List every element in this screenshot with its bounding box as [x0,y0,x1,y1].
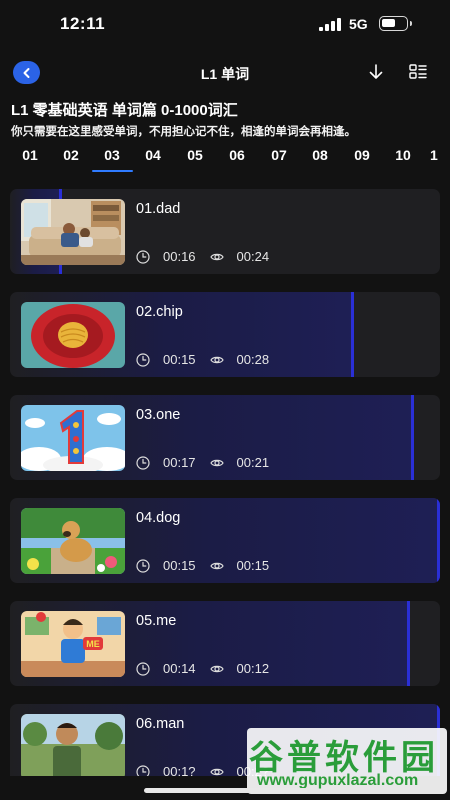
lesson-duration: 00:15 [163,352,196,367]
lesson-list: 01.dad 00:16 00:24 02.chip 00:15 00:28 0… [0,186,450,776]
lesson-meta: 00:14 00:12 [136,661,283,676]
progress-marker [411,395,414,480]
tab-07[interactable]: 07 [259,147,299,163]
clock-icon [136,661,150,676]
lesson-card[interactable]: ME 05.me 00:14 00:12 [10,601,440,686]
clock-icon [136,455,150,470]
lesson-card[interactable]: 03.one 00:17 00:21 [10,395,440,480]
tab-09[interactable]: 09 [342,147,382,163]
lesson-title: 03.one [136,407,181,423]
download-icon [369,64,383,79]
lesson-views: 00:12 [236,661,270,676]
lesson-meta: 00:16 00:24 [136,249,283,264]
eye-icon [209,768,224,775]
list-view-icon [409,64,427,79]
lesson-views: 00:28 [236,352,270,367]
list-view-button[interactable] [408,62,428,82]
lesson-views: 00:24 [236,249,270,264]
tab-10[interactable]: 10 [383,147,423,163]
clock-icon [136,352,150,367]
lesson-thumbnail [21,508,125,574]
network-type: 5G [349,16,368,32]
eye-icon [209,459,224,466]
lesson-meta: 00:15 00:15 [136,558,283,573]
lesson-thumbnail [21,199,125,265]
lesson-card[interactable]: 02.chip 00:15 00:28 [10,292,440,377]
svg-text:ME: ME [86,639,100,649]
tab-08[interactable]: 08 [300,147,340,163]
eye-icon [209,562,224,569]
lesson-duration: 00:15 [163,558,196,573]
tab-06[interactable]: 06 [217,147,257,163]
progress-marker [351,292,354,377]
progress-marker [437,498,440,583]
clock-icon [136,764,150,776]
lesson-card[interactable]: 01.dad 00:16 00:24 [10,189,440,274]
progress-marker [407,601,410,686]
status-time: 12:11 [60,14,106,33]
lesson-title: 06.man [136,716,185,732]
lesson-title: 05.me [136,613,177,629]
eye-icon [209,665,224,672]
course-title: L1 零基础英语 单词篇 0-1000词汇 [11,102,238,119]
eye-icon [209,253,224,260]
lesson-views: 00:21 [236,455,270,470]
eye-icon [209,356,224,363]
tab-04[interactable]: 04 [133,147,173,163]
app-screen: 12:11 5G L1 单词 L1 零基础英语 单词篇 0-1000词汇 你只需… [0,0,450,800]
lesson-meta: 00:15 00:28 [136,352,283,367]
tab-05[interactable]: 05 [175,147,215,163]
watermark: 谷普软件园 www.gupuxlazal.com [247,728,447,794]
lesson-thumbnail [21,405,125,471]
lesson-duration: 00:1? [163,764,196,776]
lesson-duration: 00:16 [163,249,196,264]
lesson-views: 00:15 [236,558,270,573]
home-indicator[interactable] [144,788,307,793]
lesson-thumbnail: ME [21,611,125,677]
clock-icon [136,249,150,264]
tab-11[interactable]: 1 [430,147,442,163]
lesson-title: 01.dad [136,201,181,217]
chapter-tabs: 01 02 03 04 05 06 07 08 09 10 1 [0,144,450,174]
lesson-thumbnail [21,714,125,776]
tab-03[interactable]: 03 [92,147,132,163]
signal-icon [319,18,341,31]
status-bar: 12:11 5G [0,0,450,52]
battery-icon [379,16,412,31]
active-tab-indicator [92,170,133,172]
lesson-meta: 00:17 00:21 [136,455,283,470]
clock-icon [136,558,150,573]
lesson-card[interactable]: 04.dog 00:15 00:15 [10,498,440,583]
tab-02[interactable]: 02 [51,147,91,163]
lesson-title: 04.dog [136,510,181,526]
tab-01[interactable]: 01 [10,147,50,163]
lesson-title: 02.chip [136,304,183,320]
download-button[interactable] [366,62,386,82]
lesson-thumbnail [21,302,125,368]
course-subtitle: 你只需要在这里感受单词，不用担心记不住，相逢的单词会再相逢。 [11,126,356,138]
lesson-duration: 00:14 [163,661,196,676]
lesson-duration: 00:17 [163,455,196,470]
